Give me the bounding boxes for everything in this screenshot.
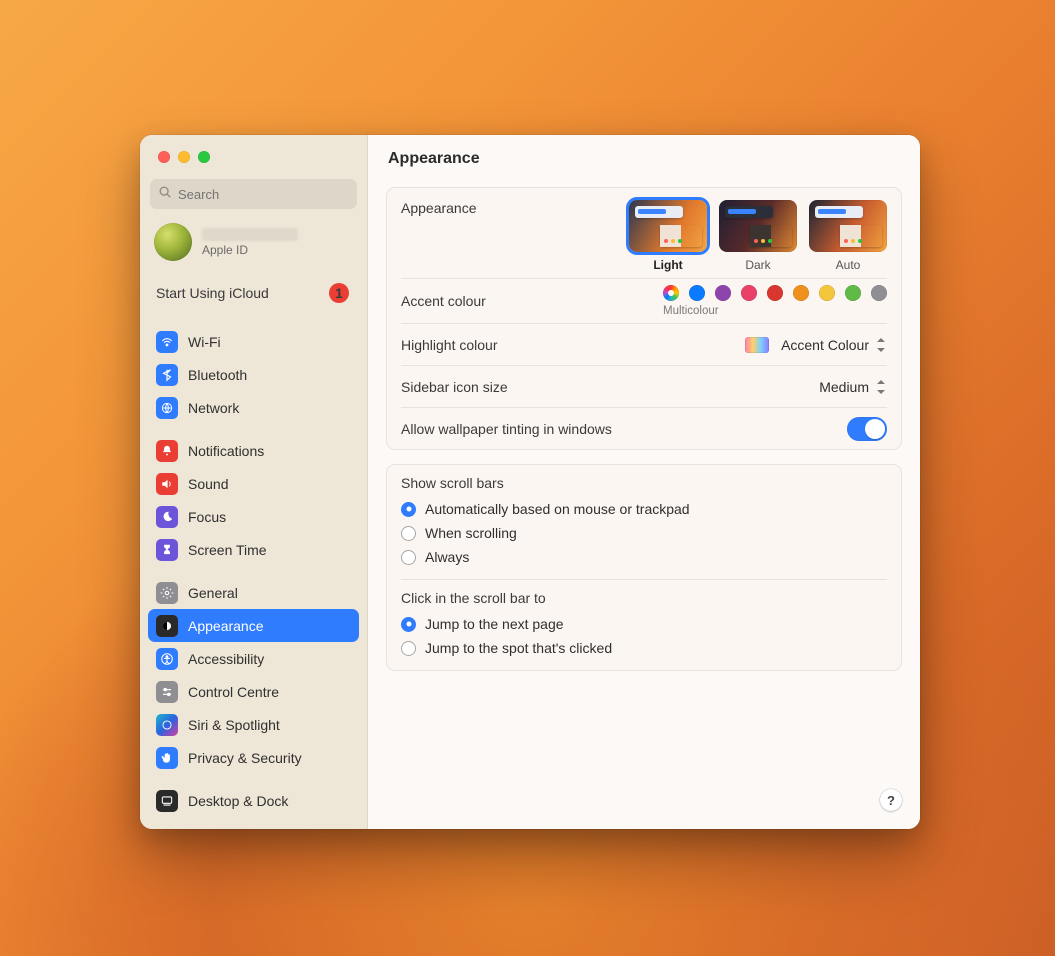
window-controls [140,135,367,179]
tinting-label: Allow wallpaper tinting in windows [401,421,612,437]
sidebar-item-focus[interactable]: Focus [148,500,359,533]
icloud-badge: 1 [329,283,349,303]
sliders-icon [156,681,178,703]
chevron-up-down-icon [875,380,887,394]
zoom-icon[interactable] [198,151,210,163]
bluetooth-icon [156,364,178,386]
icloud-label: Start Using iCloud [156,285,269,301]
sidebar-item-general[interactable]: General [148,576,359,609]
highlight-label: Highlight colour [401,337,498,353]
account-sub: Apple ID [202,243,298,257]
scrollbars-opt-2[interactable]: Always [401,545,887,569]
page-title: Appearance [368,135,920,183]
avatar [154,223,192,261]
highlight-swatch-icon [745,337,769,353]
help-button[interactable]: ? [880,789,902,811]
chevron-up-down-icon [875,338,887,352]
sidebar-item-accessibility[interactable]: Accessibility [148,642,359,675]
sidebar-item-notifications[interactable]: Notifications [148,434,359,467]
close-icon[interactable] [158,151,170,163]
appearance-option-dark[interactable]: Dark [719,200,797,272]
sidebar-item-desktop-dock[interactable]: Desktop & Dock [148,784,359,817]
accent-multicolour[interactable] [663,285,679,301]
accent-green[interactable] [845,285,861,301]
accent-pink[interactable] [741,285,757,301]
sidebar-list: Wi-Fi Bluetooth Network [140,315,367,827]
sidebar-item-screen-time[interactable]: Screen Time [148,533,359,566]
sidebar-item-network[interactable]: Network [148,391,359,424]
wifi-icon [156,331,178,353]
gear-icon [156,582,178,604]
sidebar: Apple ID Start Using iCloud 1 Wi-Fi [140,135,368,829]
accent-red[interactable] [767,285,783,301]
sidebar-icon-size-popup[interactable]: Medium [819,379,887,395]
accent-caption: Multicolour [663,305,719,317]
sidebar-item-wifi[interactable]: Wi-Fi [148,325,359,358]
scrollbars-opt-0[interactable]: Automatically based on mouse or trackpad [401,497,887,521]
accent-grey[interactable] [871,285,887,301]
appearance-icon [156,615,178,637]
appearance-label: Appearance [401,200,477,216]
accent-blue[interactable] [689,285,705,301]
highlight-popup[interactable]: Accent Colour [745,337,887,353]
sidebar-item-privacy[interactable]: Privacy & Security [148,741,359,774]
accent-yellow[interactable] [819,285,835,301]
minimize-icon[interactable] [178,151,190,163]
apple-id-row[interactable]: Apple ID [140,217,367,273]
accessibility-icon [156,648,178,670]
account-name-redacted [202,228,298,241]
scroll-card: Show scroll bars Automatically based on … [386,464,902,671]
hourglass-icon [156,539,178,561]
globe-icon [156,397,178,419]
search-field[interactable] [150,179,357,209]
accent-orange[interactable] [793,285,809,301]
scrollclick-opt-1[interactable]: Jump to the spot that's clicked [401,636,887,660]
sidebar-item-control-centre[interactable]: Control Centre [148,675,359,708]
appearance-option-light[interactable]: Light [629,200,707,272]
speaker-icon [156,473,178,495]
moon-icon [156,506,178,528]
dock-icon [156,790,178,812]
hand-icon [156,747,178,769]
sidebar-item-sound[interactable]: Sound [148,467,359,500]
sidebar-item-appearance[interactable]: Appearance [148,609,359,642]
sidebar-item-icloud[interactable]: Start Using iCloud 1 [140,273,367,315]
search-icon [158,185,172,204]
search-input[interactable] [178,187,349,202]
sidebar-item-bluetooth[interactable]: Bluetooth [148,358,359,391]
settings-window: Apple ID Start Using iCloud 1 Wi-Fi [140,135,920,829]
scrollclick-title: Click in the scroll bar to [401,590,887,606]
sidebar-icon-size-label: Sidebar icon size [401,379,508,395]
sidebar-item-siri-spotlight[interactable]: Siri & Spotlight [148,708,359,741]
accent-label: Accent colour [401,293,486,309]
tinting-toggle[interactable] [847,417,887,441]
appearance-card: Appearance Light [386,187,902,450]
bell-icon [156,440,178,462]
scrollclick-opt-0[interactable]: Jump to the next page [401,612,887,636]
accent-purple[interactable] [715,285,731,301]
main-panel: Appearance Appearance Light [368,135,920,829]
appearance-option-auto[interactable]: Auto [809,200,887,272]
scrollbars-title: Show scroll bars [401,475,887,491]
scrollbars-opt-1[interactable]: When scrolling [401,521,887,545]
siri-icon [156,714,178,736]
